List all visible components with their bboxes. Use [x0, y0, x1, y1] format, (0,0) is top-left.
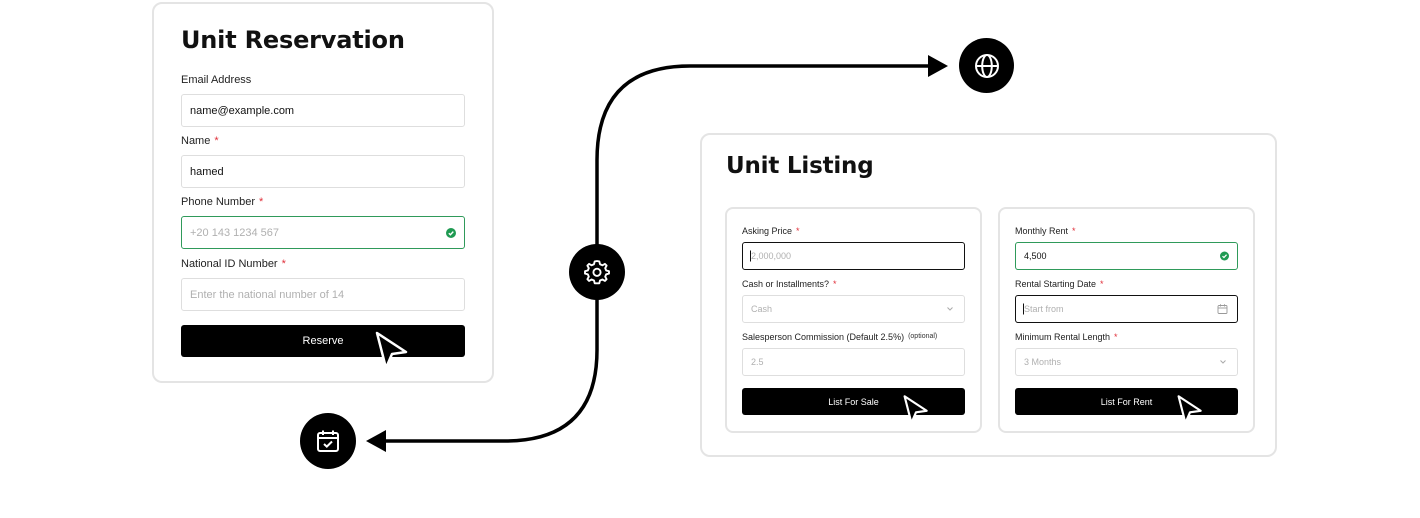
phone-placeholder: +20 143 1234 567	[190, 226, 280, 239]
listing-title: Unit Listing	[726, 153, 874, 179]
commission-field[interactable]: 2.5	[742, 348, 965, 376]
reserve-button[interactable]: Reserve	[181, 325, 465, 357]
globe-icon	[959, 38, 1014, 93]
asking-price-field[interactable]: 2,000,000	[742, 242, 965, 270]
required-marker: *	[796, 226, 800, 236]
required-marker: *	[1072, 226, 1076, 236]
email-field[interactable]: name@example.com	[181, 94, 465, 127]
commission-placeholder: 2.5	[751, 357, 764, 367]
min-length-label-text: Minimum Rental Length	[1015, 332, 1111, 342]
list-for-sale-button[interactable]: List For Sale	[742, 388, 965, 415]
arrow-head-left	[366, 430, 386, 452]
name-label: Name *	[181, 135, 219, 147]
list-for-rent-label: List For Rent	[1100, 396, 1153, 407]
required-marker: *	[259, 196, 264, 208]
payment-selected: Cash	[751, 304, 773, 314]
payment-label: Cash or Installments? *	[742, 279, 837, 289]
phone-label-text: Phone Number	[181, 196, 255, 208]
unit-reservation-card: Unit Reservation Email Address name@exam…	[152, 2, 494, 383]
asking-price-label-text: Asking Price	[742, 226, 793, 236]
phone-label: Phone Number *	[181, 196, 263, 208]
monthly-rent-value: 4,500	[1024, 251, 1047, 261]
min-length-selected: 3 Months	[1024, 357, 1062, 367]
asking-price-label: Asking Price *	[742, 226, 800, 236]
start-date-placeholder: Start from	[1024, 304, 1064, 314]
email-label: Email Address	[181, 74, 251, 86]
sale-panel: Asking Price * 2,000,000 Cash or Installm…	[725, 207, 982, 433]
min-length-select[interactable]: 3 Months	[1015, 348, 1238, 376]
asking-price-placeholder: 2,000,000	[751, 251, 792, 261]
national-id-placeholder: Enter the national number of 14	[190, 288, 345, 301]
start-date-label-text: Rental Starting Date	[1015, 279, 1097, 289]
start-date-field[interactable]: Start from	[1015, 295, 1238, 323]
arrow-head-right	[928, 55, 948, 77]
phone-field[interactable]: +20 143 1234 567	[181, 216, 465, 249]
email-value: name@example.com	[190, 104, 295, 117]
name-value: hamed	[190, 165, 224, 178]
payment-label-text: Cash or Installments?	[742, 279, 830, 289]
required-marker: *	[281, 258, 286, 270]
commission-label: Salesperson Commission (Default 2.5%) (op…	[742, 332, 937, 342]
chevron-down-icon	[947, 307, 953, 311]
reserve-button-label: Reserve	[302, 335, 344, 347]
monthly-rent-label-text: Monthly Rent	[1015, 226, 1069, 236]
rent-panel: Monthly Rent * 4,500 Rental Starting Date…	[998, 207, 1255, 433]
optional-marker: (optional)	[908, 333, 938, 340]
required-marker: *	[214, 135, 219, 147]
calendar-check-icon	[300, 413, 356, 469]
min-length-label: Minimum Rental Length *	[1015, 332, 1118, 342]
national-id-field[interactable]: Enter the national number of 14	[181, 278, 465, 311]
cursor-pointer-icon	[375, 331, 408, 370]
monthly-rent-label: Monthly Rent *	[1015, 226, 1076, 236]
calendar-icon[interactable]	[1217, 304, 1228, 315]
reservation-title: Unit Reservation	[181, 26, 405, 54]
national-id-label: National ID Number *	[181, 258, 286, 270]
commission-label-text: Salesperson Commission (Default 2.5%)	[742, 332, 905, 342]
email-label-text: Email Address	[181, 74, 252, 86]
list-for-rent-button[interactable]: List For Rent	[1015, 388, 1238, 415]
required-marker: *	[1114, 332, 1118, 342]
name-field[interactable]: hamed	[181, 155, 465, 188]
payment-select[interactable]: Cash	[742, 295, 965, 323]
national-id-label-text: National ID Number	[181, 258, 278, 270]
gear-icon	[569, 244, 625, 300]
valid-check-icon	[1220, 251, 1229, 261]
cursor-pointer-icon	[1177, 395, 1202, 425]
monthly-rent-field[interactable]: 4,500	[1015, 242, 1238, 270]
list-for-sale-label: List For Sale	[828, 396, 879, 407]
chevron-down-icon	[1220, 360, 1226, 364]
valid-check-icon	[446, 227, 456, 238]
required-marker: *	[833, 279, 837, 289]
name-label-text: Name	[181, 135, 211, 147]
cursor-pointer-icon	[903, 395, 928, 425]
required-marker: *	[1100, 279, 1104, 289]
start-date-label: Rental Starting Date *	[1015, 279, 1104, 289]
